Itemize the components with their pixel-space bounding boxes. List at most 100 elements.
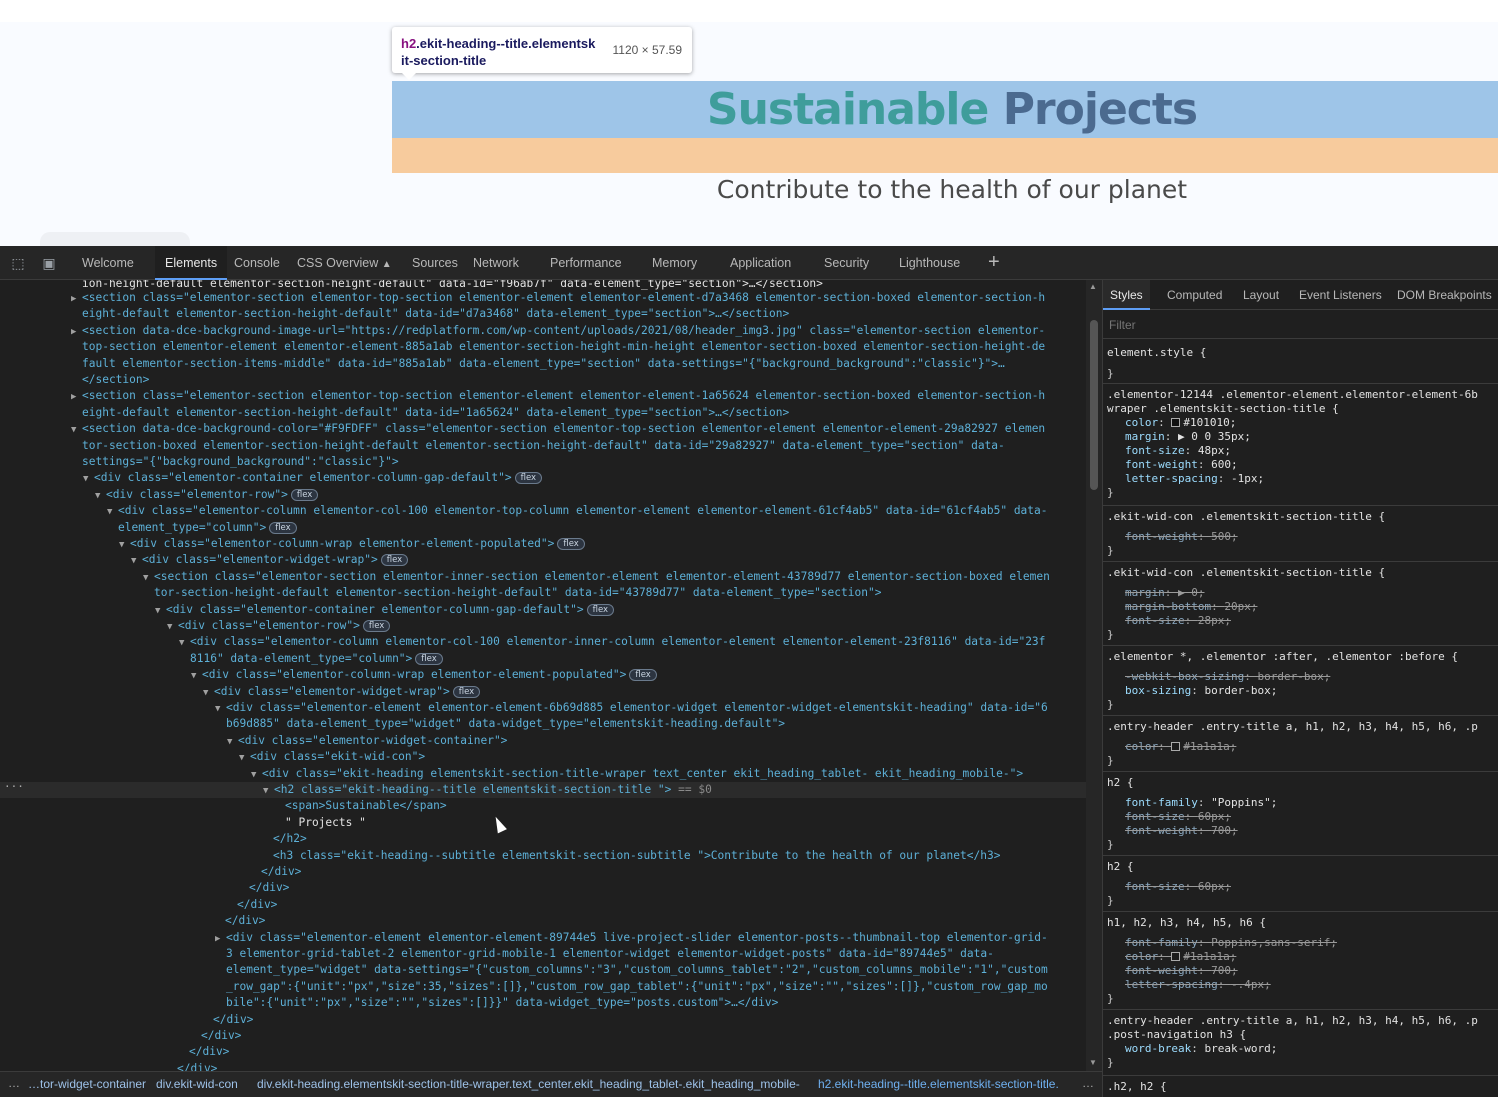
expand-arrow-icon[interactable]: ▶ bbox=[215, 931, 226, 946]
collapse-arrow-icon[interactable]: ▼ bbox=[131, 553, 142, 568]
css-rule[interactable]: .ekit-wid-con .elementskit-section-title… bbox=[1103, 566, 1498, 646]
css-declaration-overridden[interactable]: font-weight: 700; bbox=[1103, 824, 1498, 838]
tree-node[interactable]: ▼ <div class="elementor-widget-wrap"> flex bbox=[0, 552, 1086, 568]
css-rule[interactable]: .ekit-wid-con .elementskit-section-title… bbox=[1103, 510, 1498, 562]
tree-node[interactable]: ▼ <div class="elementor-column-wrap eleme… bbox=[0, 536, 1086, 552]
flex-badge[interactable]: flex bbox=[290, 488, 319, 501]
breadcrumb-item[interactable]: …tor-widget-container bbox=[28, 1072, 146, 1097]
css-rule[interactable]: .elementor-12144 .elementor-element.elem… bbox=[1103, 388, 1498, 506]
flex-badge[interactable]: flex bbox=[415, 652, 443, 665]
tree-node[interactable]: ▶ <section class="elementor-section eleme… bbox=[0, 290, 1086, 306]
tree-node[interactable]: ▼ <div class="elementor-column elementor-… bbox=[0, 634, 1086, 650]
tree-node[interactable]: ▼ <div class="elementor-column elementor-… bbox=[0, 503, 1086, 519]
device-toggle-icon[interactable]: ▣ bbox=[40, 255, 58, 271]
collapse-arrow-icon[interactable]: ▼ bbox=[95, 488, 106, 503]
flex-badge[interactable]: flex bbox=[362, 620, 391, 632]
tab-memory[interactable]: Memory bbox=[652, 246, 697, 280]
tree-node[interactable]: ▼ <div class="elementor-container element… bbox=[0, 602, 1086, 618]
css-rule[interactable]: .h2, h2 { bbox=[1103, 1080, 1498, 1097]
collapse-arrow-icon[interactable]: ▼ bbox=[215, 701, 226, 716]
flex-badge[interactable]: flex bbox=[452, 685, 481, 698]
tree-node-selected[interactable]: ▼ <h2 class="ekit-heading--title elements… bbox=[0, 782, 1086, 799]
add-tab-icon[interactable]: + bbox=[988, 246, 1000, 280]
breadcrumb-overflow-icon[interactable]: … bbox=[1082, 1072, 1094, 1097]
css-rule[interactable]: h2 { font-family: "Poppins"; font-size: … bbox=[1103, 776, 1498, 856]
tree-node[interactable]: ▼ <div class="elementor-widget-container"… bbox=[0, 733, 1086, 749]
collapse-arrow-icon[interactable]: ▼ bbox=[155, 603, 166, 618]
css-declaration[interactable]: font-weight: 600; bbox=[1103, 458, 1498, 472]
css-declaration[interactable]: margin: ▶ 0 0 35px; bbox=[1103, 430, 1498, 444]
css-declaration-overridden[interactable]: font-size: 60px; bbox=[1103, 880, 1498, 894]
tree-node[interactable]: ▼ <section class="elementor-section eleme… bbox=[0, 569, 1086, 585]
tree-node[interactable]: ▼ <div class="elementor-widget-wrap"> flex bbox=[0, 684, 1086, 700]
collapse-arrow-icon[interactable]: ▼ bbox=[71, 422, 82, 437]
styles-filter-input[interactable] bbox=[1109, 315, 1489, 335]
tree-node[interactable]: ▼ <div class="elementor-row"> flex bbox=[0, 618, 1086, 634]
tree-node[interactable]: ▼ <div class="ekit-wid-con"> bbox=[0, 749, 1086, 765]
tree-text-node[interactable]: " Projects " bbox=[0, 815, 1086, 831]
color-swatch[interactable] bbox=[1171, 952, 1181, 961]
tree-node[interactable]: ▼ <div class="elementor-element elementor… bbox=[0, 700, 1086, 716]
scrollbar-thumb[interactable] bbox=[1090, 320, 1098, 490]
expand-arrow-icon[interactable]: ▶ bbox=[71, 324, 82, 339]
breadcrumb-item[interactable]: div.ekit-wid-con bbox=[156, 1072, 238, 1097]
css-declaration-overridden[interactable]: font-size: 60px; bbox=[1103, 810, 1498, 824]
flex-badge[interactable]: flex bbox=[380, 554, 409, 567]
inspect-icon[interactable]: ⬚ bbox=[9, 255, 27, 271]
scroll-down-icon[interactable]: ▼ bbox=[1089, 1058, 1097, 1067]
collapse-arrow-icon[interactable]: ▼ bbox=[203, 685, 214, 700]
tree-node[interactable]: <span>Sustainable</span> bbox=[0, 798, 1086, 814]
tree-node[interactable]: ▼ <section data-dce-background-color="#F9… bbox=[0, 421, 1086, 437]
collapse-arrow-icon[interactable]: ▼ bbox=[167, 619, 178, 634]
css-declaration-overridden[interactable]: -webkit-box-sizing: border-box; bbox=[1103, 670, 1498, 684]
collapse-arrow-icon[interactable]: ▼ bbox=[251, 767, 262, 782]
tab-welcome[interactable]: Welcome bbox=[82, 246, 134, 280]
collapse-arrow-icon[interactable]: ▼ bbox=[263, 783, 274, 798]
color-swatch[interactable] bbox=[1171, 742, 1181, 751]
css-declaration-overridden[interactable]: font-weight: 500; bbox=[1103, 530, 1498, 544]
css-declaration-overridden[interactable]: margin-bottom: 20px; bbox=[1103, 600, 1498, 614]
subtab-layout[interactable]: Layout bbox=[1243, 280, 1279, 310]
tree-node[interactable]: ▼ <div class="elementor-container element… bbox=[0, 470, 1086, 486]
subtab-styles[interactable]: Styles bbox=[1103, 280, 1150, 310]
css-declaration[interactable]: box-sizing: border-box; bbox=[1103, 684, 1498, 698]
color-swatch[interactable] bbox=[1171, 418, 1181, 427]
breadcrumb-overflow-icon[interactable]: … bbox=[8, 1072, 20, 1097]
css-declaration-overridden[interactable]: font-size: 28px; bbox=[1103, 614, 1498, 628]
collapse-arrow-icon[interactable]: ▼ bbox=[119, 537, 130, 552]
flex-badge[interactable]: flex bbox=[586, 603, 615, 616]
expand-arrow-icon[interactable]: ▶ bbox=[71, 389, 82, 404]
collapse-arrow-icon[interactable]: ▼ bbox=[83, 471, 94, 486]
scroll-up-icon[interactable]: ▲ bbox=[1089, 282, 1097, 291]
subtab-dom-breakpoints[interactable]: DOM Breakpoints bbox=[1397, 280, 1492, 310]
tab-css-overview[interactable]: CSS Overview ▲ bbox=[297, 246, 392, 280]
css-declaration[interactable]: font-family: "Poppins"; bbox=[1103, 796, 1498, 810]
tab-sources[interactable]: Sources bbox=[412, 246, 458, 280]
tab-network[interactable]: Network bbox=[473, 246, 519, 280]
tree-node[interactable]: ▶ <section data-dce-background-image-url=… bbox=[0, 323, 1086, 339]
tab-console[interactable]: Console bbox=[234, 246, 280, 280]
tree-node[interactable]: <h3 class="ekit-heading--subtitle elemen… bbox=[0, 848, 1086, 864]
css-declaration-overridden[interactable]: letter-spacing: -.4px; bbox=[1103, 978, 1498, 992]
breadcrumb-item[interactable]: div.ekit-heading.elementskit-section-tit… bbox=[257, 1072, 800, 1097]
node-actions-ellipsis-icon[interactable]: ··· bbox=[4, 780, 24, 793]
collapse-arrow-icon[interactable]: ▼ bbox=[227, 734, 238, 749]
css-rule[interactable]: element.style { } bbox=[1103, 346, 1498, 384]
tree-scrollbar[interactable]: ▲ ▼ bbox=[1086, 280, 1102, 1071]
css-declaration[interactable]: letter-spacing: -1px; bbox=[1103, 472, 1498, 486]
css-rule[interactable]: .elementor *, .elementor :after, .elemen… bbox=[1103, 650, 1498, 716]
tab-application[interactable]: Application bbox=[730, 246, 791, 280]
collapse-arrow-icon[interactable]: ▼ bbox=[179, 635, 190, 650]
collapse-arrow-icon[interactable]: ▼ bbox=[143, 570, 154, 585]
tab-lighthouse[interactable]: Lighthouse bbox=[899, 246, 960, 280]
flex-badge[interactable]: flex bbox=[269, 521, 297, 534]
breadcrumb-item-active[interactable]: h2.ekit-heading--title.elementskit-secti… bbox=[818, 1072, 1059, 1097]
tree-node[interactable]: ▼ <div class="elementor-row"> flex bbox=[0, 487, 1086, 503]
css-declaration-overridden[interactable]: margin: ▶ 0; bbox=[1103, 586, 1498, 600]
tree-node[interactable]: ▶ <div class="elementor-element elementor… bbox=[0, 930, 1086, 946]
subtab-event-listeners[interactable]: Event Listeners bbox=[1299, 280, 1382, 310]
collapse-arrow-icon[interactable]: ▼ bbox=[191, 668, 202, 683]
tree-node[interactable]: ▶ <section class="elementor-section eleme… bbox=[0, 388, 1086, 404]
flex-badge[interactable]: flex bbox=[629, 669, 657, 682]
flex-badge[interactable]: flex bbox=[557, 538, 585, 550]
